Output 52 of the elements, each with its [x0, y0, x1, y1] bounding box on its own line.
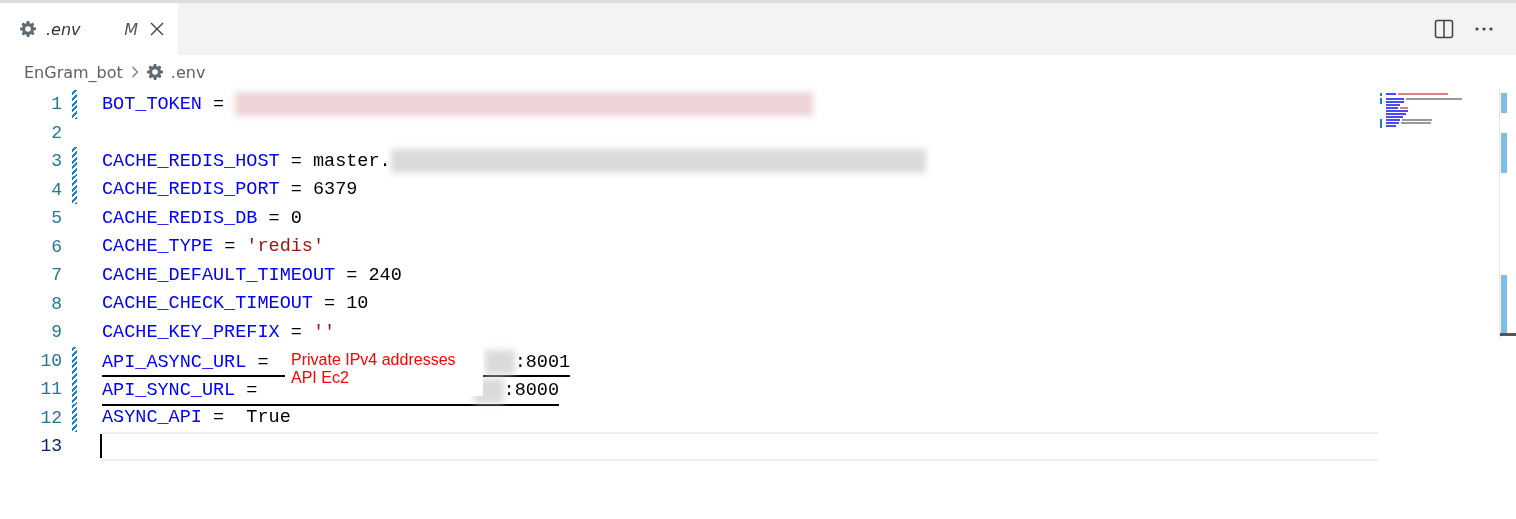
code-text: :8000: [503, 380, 560, 402]
code-text: = True: [212, 407, 291, 429]
modified-indicator: M: [124, 19, 138, 39]
code-text: CACHE_REDIS_HOST: [102, 150, 280, 172]
code-text: CACHE_KEY_PREFIX: [102, 321, 280, 343]
code-text: API_SYNC_URL: [102, 380, 236, 402]
breadcrumb-item[interactable]: .env: [170, 62, 206, 82]
code-text: CACHE_REDIS_PORT: [102, 179, 280, 201]
code-text: API_ASYNC_URL: [102, 351, 247, 373]
chevron-icon: [130, 66, 139, 78]
code-text: CACHE_REDIS_DB: [102, 207, 258, 229]
code-text: BOT_TOKEN: [102, 93, 202, 115]
code-text: = 0: [267, 207, 302, 229]
gear-icon: [20, 21, 36, 37]
code-text: = 6379: [289, 179, 358, 201]
close-icon[interactable]: [150, 22, 164, 36]
line-number: 5: [50, 208, 62, 229]
code-text: CACHE_CHECK_TIMEOUT: [102, 293, 313, 315]
breadcrumb-item[interactable]: EnGram_bot: [24, 62, 123, 82]
code-text: ASYNC_API: [102, 407, 202, 429]
line-number: 3: [50, 151, 62, 172]
code-text: CACHE_DEFAULT_TIMEOUT: [102, 264, 336, 286]
line-number: 1: [50, 94, 62, 115]
redacted-text: [484, 350, 515, 375]
code-text: CACHE_TYPE: [102, 236, 214, 258]
more-icon[interactable]: [1474, 26, 1494, 32]
scrollbar[interactable]: [1499, 89, 1516, 339]
annotation-text: Private IPv4 addresses: [291, 350, 457, 369]
line-number: 9: [50, 322, 62, 343]
line-number: 8: [50, 293, 62, 314]
code-text: =: [289, 321, 303, 343]
split-editor-icon[interactable]: [1434, 19, 1454, 39]
code-text: :8001: [514, 351, 571, 373]
code-text: =: [256, 351, 270, 373]
annotation-text: API Ec2: [291, 368, 350, 387]
string-literal: '': [312, 321, 336, 343]
editor-tab[interactable]: .env M: [0, 3, 178, 55]
code-text: =: [223, 236, 237, 258]
line-number: 7: [50, 265, 62, 286]
code-text: = 10: [323, 293, 369, 315]
line-number: 13: [39, 436, 62, 457]
code-text: =: [245, 380, 259, 402]
line-number: 2: [50, 122, 62, 143]
line-number: 4: [50, 179, 62, 200]
line-number: 12: [39, 407, 62, 428]
line-number: 6: [50, 236, 62, 257]
line-number: 11: [39, 379, 62, 400]
code-text: = 240: [345, 264, 402, 286]
string-literal: 'redis': [246, 236, 325, 258]
code-text: = master.: [289, 150, 391, 172]
code-text: =: [212, 93, 226, 115]
line-number: 10: [39, 350, 62, 371]
